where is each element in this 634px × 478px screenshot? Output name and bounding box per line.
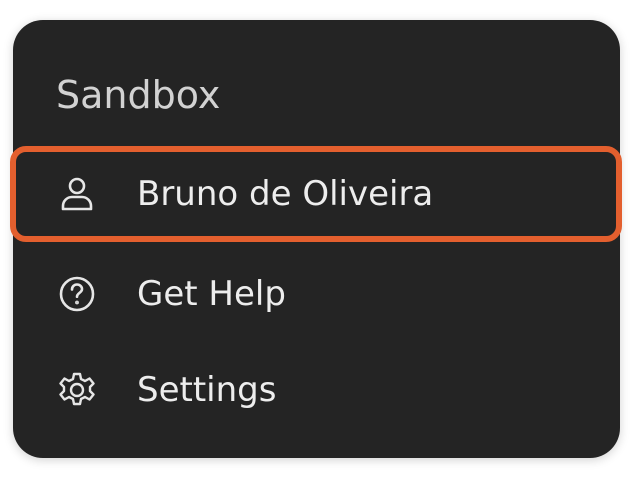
gear-icon (57, 370, 97, 410)
menu-item-label: Settings (137, 370, 277, 410)
help-circle-icon (57, 274, 97, 314)
menu-item-profile[interactable]: Bruno de Oliveira (13, 156, 620, 232)
account-menu: Sandbox Bruno de Oliveira Get Help Setti… (13, 20, 620, 458)
user-icon (57, 174, 97, 214)
menu-item-label: Get Help (137, 274, 286, 314)
menu-header-workspace: Sandbox (56, 73, 221, 117)
menu-item-get-help[interactable]: Get Help (13, 256, 620, 332)
menu-item-settings[interactable]: Settings (13, 352, 620, 428)
menu-item-label: Bruno de Oliveira (137, 174, 434, 214)
